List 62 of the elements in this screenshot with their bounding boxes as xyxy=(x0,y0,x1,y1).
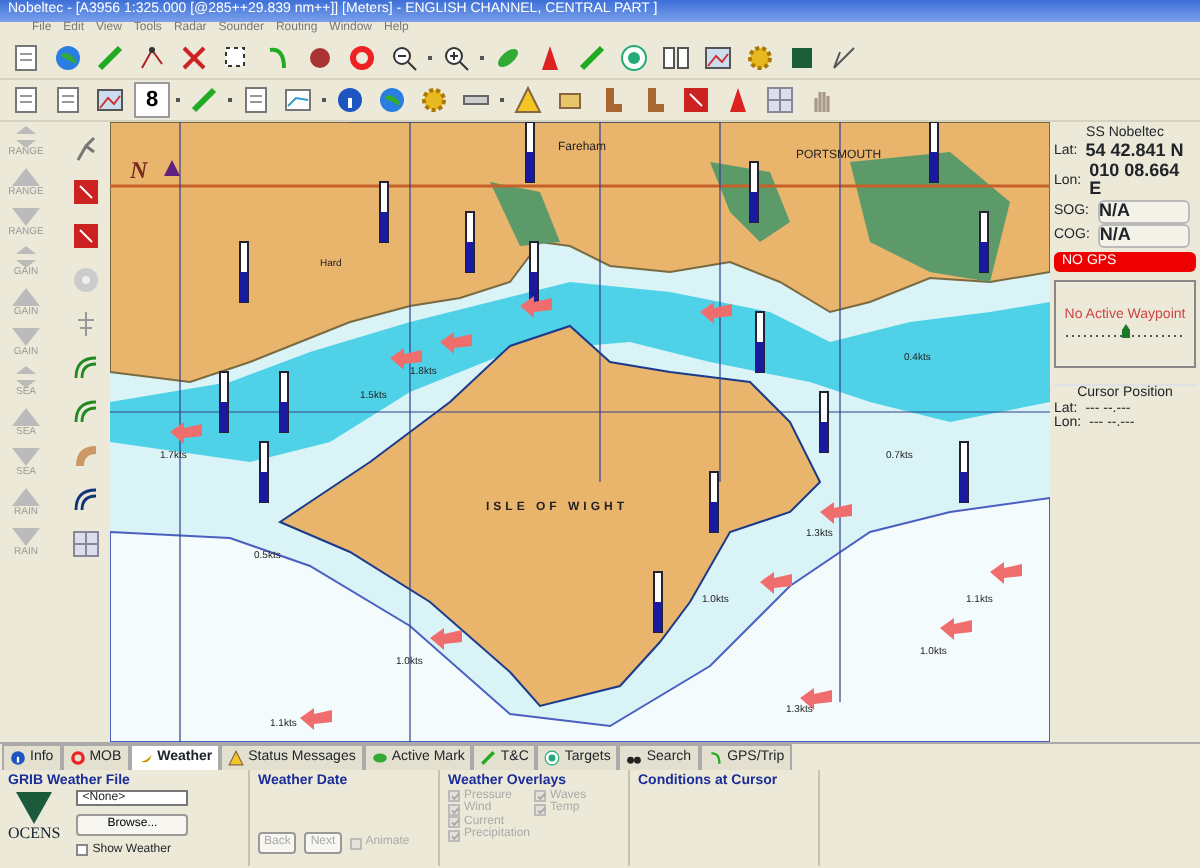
mudflat-area xyxy=(490,182,560,246)
globe-icon[interactable] xyxy=(50,40,86,76)
warning-icon[interactable] xyxy=(510,82,546,118)
triangle-icon xyxy=(10,446,42,468)
tide-gauge xyxy=(219,371,229,433)
triangle-icon xyxy=(10,406,42,428)
gear-icon[interactable] xyxy=(742,40,778,76)
current-arrow xyxy=(430,628,462,650)
lifebuoy-icon[interactable] xyxy=(344,40,380,76)
north-label: N xyxy=(130,156,148,184)
tide-gauge xyxy=(929,122,939,183)
tide-gauge xyxy=(979,211,989,273)
current-arrow xyxy=(990,562,1022,584)
tide-gauge xyxy=(279,371,289,433)
triangle-icon xyxy=(10,326,42,348)
tide-gauge xyxy=(709,471,719,533)
pencil-icon xyxy=(480,750,497,766)
tide-gauge xyxy=(259,441,269,503)
tide-gauge xyxy=(465,211,475,273)
info-icon[interactable] xyxy=(332,82,368,118)
course-field: N/A xyxy=(1097,224,1190,249)
current-arrow xyxy=(300,708,332,730)
triangle-icon xyxy=(10,166,42,188)
triangle-icon xyxy=(10,206,42,228)
target-icon xyxy=(544,750,561,766)
current-arrow xyxy=(170,422,202,444)
logo-icon xyxy=(14,789,55,826)
grid-icon[interactable] xyxy=(762,82,798,118)
triangle-icon xyxy=(10,486,42,508)
current-arrow xyxy=(520,296,552,318)
warning-icon xyxy=(228,750,245,766)
triangle-icon xyxy=(10,526,42,548)
north-arrow-icon xyxy=(164,160,180,176)
tide-gauge xyxy=(755,311,765,373)
tide-gauge xyxy=(819,391,829,453)
tide-gauge xyxy=(525,122,535,183)
tide-gauge xyxy=(529,241,539,303)
hook-icon xyxy=(707,750,724,766)
logo-text: OCENS xyxy=(8,825,61,843)
current-arrow xyxy=(390,348,422,370)
tide-gauge xyxy=(239,241,249,303)
triangle-icon xyxy=(10,286,42,308)
oval-icon xyxy=(371,750,388,766)
tide-gauge xyxy=(959,441,969,503)
crescent-icon xyxy=(137,750,154,766)
longitude-value: 010 08.664 E xyxy=(1089,161,1182,201)
current-arrow xyxy=(760,572,792,594)
steering-gauge-icon xyxy=(1065,323,1185,340)
latitude-value: 54 42.841 N xyxy=(1085,141,1184,162)
pencil-icon[interactable] xyxy=(92,40,128,76)
current-arrow xyxy=(700,302,732,324)
current-arrow xyxy=(440,332,472,354)
number-button[interactable]: 8 xyxy=(134,82,170,118)
lifebuoy-icon xyxy=(69,750,86,766)
current-arrow xyxy=(940,618,972,640)
current-arrow xyxy=(820,502,852,524)
tide-gauge xyxy=(653,571,663,633)
pencil-icon[interactable] xyxy=(574,40,610,76)
tide-gauge xyxy=(379,181,389,243)
speed-field: N/A xyxy=(1097,200,1190,225)
info-icon xyxy=(10,750,26,766)
tide-gauge xyxy=(749,161,759,223)
